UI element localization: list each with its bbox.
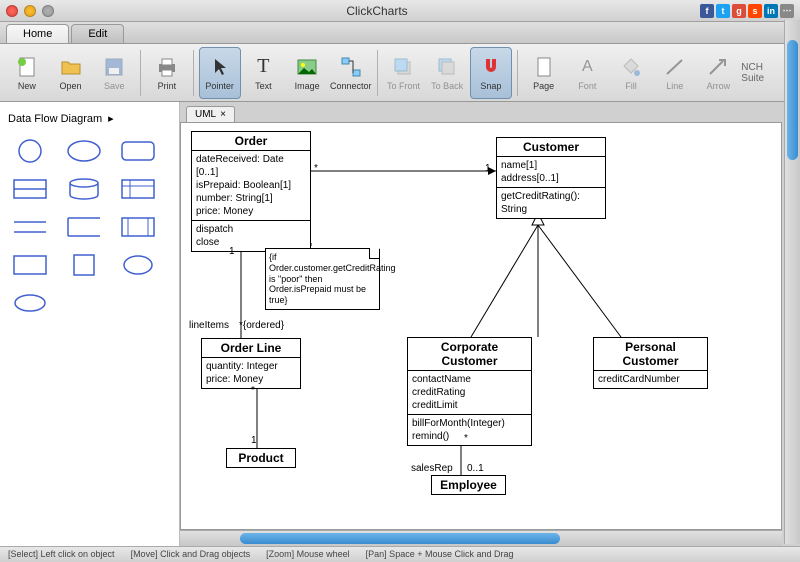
stumble-icon[interactable]: s — [748, 4, 762, 18]
image-button[interactable]: Image — [286, 47, 328, 99]
line-button[interactable]: Line — [654, 47, 696, 99]
shape-circle[interactable] — [12, 139, 48, 163]
menu-tabs: Home Edit — [0, 22, 800, 44]
titlebar: ClickCharts f t g s in ⋯ — [0, 0, 800, 22]
shape-roundrect[interactable] — [120, 139, 156, 163]
print-button[interactable]: Print — [146, 47, 188, 99]
uml-class-employee[interactable]: Employee — [431, 475, 506, 495]
close-tab-icon[interactable]: × — [220, 109, 226, 120]
google-icon[interactable]: g — [732, 4, 746, 18]
ribbon: New Open Save Print Pointer TText Image … — [0, 44, 800, 102]
open-button[interactable]: Open — [50, 47, 92, 99]
uml-class-orderline[interactable]: Order Line quantity: Integer price: Mone… — [201, 338, 301, 389]
arrow-icon — [706, 55, 730, 79]
connector-button[interactable]: Connector — [330, 47, 372, 99]
save-button[interactable]: Save — [93, 47, 135, 99]
linkedin-icon[interactable]: in — [764, 4, 778, 18]
app-title: ClickCharts — [54, 4, 700, 18]
role-lineitems: lineItems — [189, 320, 229, 331]
mult-one3: 1 — [251, 435, 257, 446]
shape-ellipse3[interactable] — [12, 291, 48, 315]
toback-button[interactable]: To Back — [426, 47, 468, 99]
shape-openrect[interactable] — [66, 215, 102, 239]
open-icon — [59, 55, 83, 79]
font-icon: A — [575, 55, 599, 79]
pointer-button[interactable]: Pointer — [199, 47, 241, 99]
mult-star3: * — [464, 433, 468, 444]
minimize-window-button[interactable] — [24, 5, 36, 17]
close-window-button[interactable] — [6, 5, 18, 17]
sidebar-title[interactable]: Data Flow Diagram▸ — [6, 108, 173, 129]
snap-icon — [479, 55, 503, 79]
shapes-sidebar: Data Flow Diagram▸ — [0, 102, 180, 546]
vertical-scrollbar[interactable] — [784, 20, 800, 544]
uml-class-order[interactable]: Order dateReceived: Date [0..1] isPrepai… — [191, 131, 311, 252]
facebook-icon[interactable]: f — [700, 4, 714, 18]
uml-class-customer[interactable]: Customer name[1] address[0..1] getCredit… — [496, 137, 606, 219]
status-pan: [Pan] Space + Mouse Click and Drag — [366, 549, 514, 560]
window-controls — [6, 5, 54, 17]
toback-icon — [435, 55, 459, 79]
mult-star2: * — [251, 385, 255, 396]
image-icon — [295, 55, 319, 79]
uml-note[interactable]: {if Order.customer.getCreditRating is "p… — [265, 248, 380, 310]
twitter-icon[interactable]: t — [716, 4, 730, 18]
status-zoom: [Zoom] Mouse wheel — [266, 549, 350, 560]
shape-rect[interactable] — [12, 253, 48, 277]
horizontal-scrollbar[interactable] — [180, 530, 782, 546]
uml-class-corporate[interactable]: Corporate Customer contactName creditRat… — [407, 337, 532, 446]
shape-halfround[interactable] — [12, 177, 48, 201]
print-icon — [155, 55, 179, 79]
text-button[interactable]: TText — [243, 47, 285, 99]
document-tab-uml[interactable]: UML× — [186, 106, 235, 122]
tab-edit[interactable]: Edit — [71, 24, 124, 43]
save-icon — [102, 55, 126, 79]
line-icon — [663, 55, 687, 79]
shape-2lines[interactable] — [12, 215, 48, 239]
mult-one2: 1 — [229, 246, 235, 257]
page-button[interactable]: Page — [523, 47, 565, 99]
shape-square[interactable] — [66, 253, 102, 277]
canvas[interactable]: Order dateReceived: Date [0..1] isPrepai… — [180, 122, 782, 530]
tofront-icon — [391, 55, 415, 79]
new-button[interactable]: New — [6, 47, 48, 99]
mult-zeroone: 0..1 — [467, 463, 484, 474]
mult-star: * — [314, 163, 318, 174]
new-icon — [15, 55, 39, 79]
shape-ellipse[interactable] — [66, 139, 102, 163]
share-icon[interactable]: ⋯ — [780, 4, 794, 18]
arrow-button[interactable]: Arrow — [698, 47, 740, 99]
text-icon: T — [251, 55, 275, 79]
snap-button[interactable]: Snap — [470, 47, 512, 99]
tofront-button[interactable]: To Front — [383, 47, 425, 99]
canvas-area: UML× Order dateReceived: Date [0..1] isP… — [180, 102, 800, 546]
uml-class-personal[interactable]: Personal Customer creditCardNumber — [593, 337, 708, 389]
mult-ordered: *{ordered} — [239, 320, 284, 331]
status-select: [Select] Left click on object — [8, 549, 115, 560]
social-icons: f t g s in ⋯ — [700, 4, 794, 18]
font-button[interactable]: AFont — [566, 47, 608, 99]
fill-icon — [619, 55, 643, 79]
role-salesrep: salesRep — [411, 463, 453, 474]
tab-home[interactable]: Home — [6, 24, 69, 43]
status-bar: [Select] Left click on object [Move] Cli… — [0, 546, 800, 562]
shape-doubleside[interactable] — [120, 215, 156, 239]
shape-grid[interactable] — [120, 177, 156, 201]
zoom-window-button[interactable] — [42, 5, 54, 17]
shape-ellipse2[interactable] — [120, 253, 156, 277]
uml-class-product[interactable]: Product — [226, 448, 296, 468]
page-icon — [532, 55, 556, 79]
chevron-right-icon: ▸ — [108, 112, 114, 125]
shape-db[interactable] — [66, 177, 102, 201]
connector-icon — [339, 55, 363, 79]
status-move: [Move] Click and Drag objects — [131, 549, 251, 560]
pointer-icon — [208, 55, 232, 79]
mult-one: 1 — [485, 163, 491, 174]
fill-button[interactable]: Fill — [610, 47, 652, 99]
